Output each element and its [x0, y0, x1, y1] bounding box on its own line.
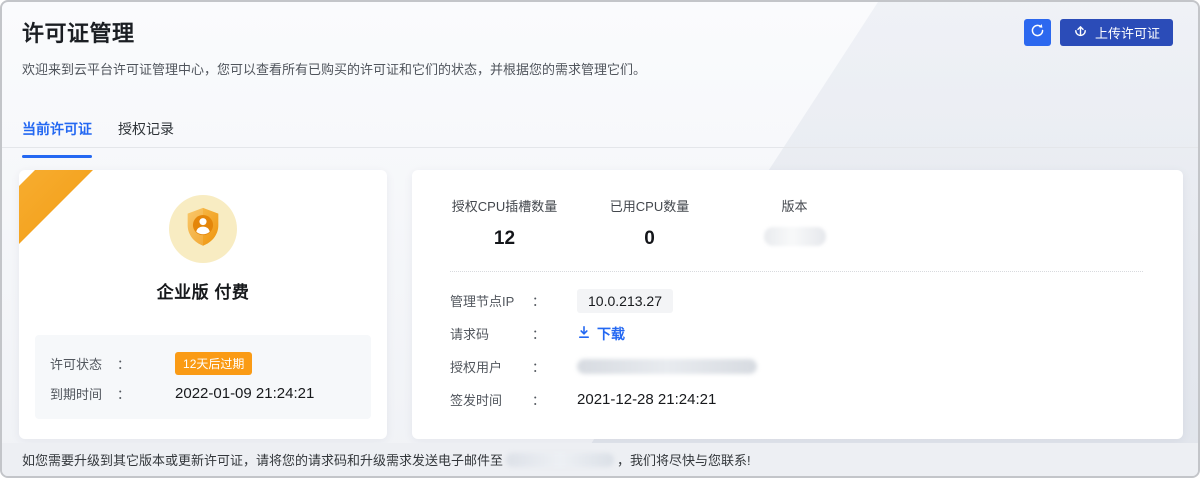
- node-ip-value: 10.0.213.27: [577, 289, 673, 313]
- request-code-row: 请求码 ： 下载: [450, 317, 1183, 350]
- tab-divider: [2, 147, 1198, 148]
- licensed-user-row: 授权用户 ：: [450, 350, 1183, 383]
- stat-cpu-sockets-value: 12: [432, 228, 577, 250]
- license-stats: 授权CPU插槽数量 12 已用CPU数量 0 版本: [432, 196, 1183, 250]
- issue-time-value: 2021-12-28 21:24:21: [577, 391, 716, 408]
- footer-text-before: 如您需要升级到其它版本或更新许可证，请将您的请求码和升级需求发送电子邮件至: [22, 450, 503, 469]
- license-status-row: 许可状态 ： 12天后过期: [50, 348, 371, 378]
- stat-used-cpu: 已用CPU数量 0: [577, 196, 722, 250]
- footer-text-after: ，我们将尽快与您联系!: [617, 450, 751, 469]
- download-icon: [577, 325, 591, 342]
- corner-ribbon: [19, 170, 109, 260]
- licensed-user-label: 授权用户: [450, 357, 532, 376]
- request-code-label: 请求码: [450, 324, 532, 343]
- tab-bar: 当前许可证 授权记录: [22, 119, 174, 149]
- expire-badge: 12天后过期: [175, 352, 252, 375]
- license-edition: 企业版 付费: [19, 278, 387, 303]
- shield-user-icon: [180, 204, 226, 255]
- colon: ：: [117, 354, 130, 373]
- stat-used-cpu-label: 已用CPU数量: [577, 196, 722, 215]
- upload-license-button[interactable]: 上传许可证: [1060, 19, 1173, 46]
- license-summary-card: 企业版 付费 许可状态 ： 12天后过期 到期时间 ： 2022-01-09 2…: [19, 170, 387, 439]
- expire-time-value: 2022-01-09 21:24:21: [175, 385, 314, 402]
- license-icon-circle: [169, 195, 237, 263]
- licensed-user-redacted-value: [577, 359, 757, 374]
- upload-icon: [1073, 24, 1088, 42]
- tab-current-license[interactable]: 当前许可证: [22, 119, 92, 149]
- colon: ：: [532, 357, 545, 376]
- page-subtitle: 欢迎来到云平台许可证管理中心，您可以查看所有已购买的许可证和它们的状态，并根据您…: [22, 59, 646, 78]
- email-redacted-value: [506, 453, 614, 467]
- license-status-box: 许可状态 ： 12天后过期 到期时间 ： 2022-01-09 21:24:21: [35, 335, 371, 419]
- download-link-label: 下载: [597, 324, 625, 344]
- license-status-label: 许可状态: [50, 354, 117, 373]
- stat-cpu-sockets: 授权CPU插槽数量 12: [432, 196, 577, 250]
- expire-time-label: 到期时间: [50, 384, 117, 403]
- refresh-icon: [1030, 23, 1045, 43]
- dotted-divider: [450, 271, 1143, 272]
- license-detail-rows: 管理节点IP ： 10.0.213.27 请求码 ： 下载: [450, 284, 1183, 416]
- node-ip-label: 管理节点IP: [450, 291, 532, 310]
- refresh-button[interactable]: [1024, 19, 1051, 46]
- node-ip-row: 管理节点IP ： 10.0.213.27: [450, 284, 1183, 317]
- stat-version: 版本: [722, 196, 867, 250]
- stat-used-cpu-value: 0: [577, 228, 722, 250]
- footer-upgrade-notice: 如您需要升级到其它版本或更新许可证，请将您的请求码和升级需求发送电子邮件至 ，我…: [2, 443, 1198, 476]
- tab-authorization-records[interactable]: 授权记录: [118, 119, 174, 149]
- expire-time-row: 到期时间 ： 2022-01-09 21:24:21: [50, 378, 371, 408]
- license-detail-card: 授权CPU插槽数量 12 已用CPU数量 0 版本 管理节点IP ： 10.0.…: [412, 170, 1183, 439]
- license-management-page: 许可证管理 欢迎来到云平台许可证管理中心，您可以查看所有已购买的许可证和它们的状…: [0, 0, 1200, 478]
- page-title: 许可证管理: [22, 16, 135, 48]
- issue-time-row: 签发时间 ： 2021-12-28 21:24:21: [450, 383, 1183, 416]
- stat-version-label: 版本: [722, 196, 867, 215]
- colon: ：: [532, 324, 545, 343]
- colon: ：: [117, 384, 130, 403]
- issue-time-label: 签发时间: [450, 390, 532, 409]
- upload-button-label: 上传许可证: [1095, 23, 1160, 42]
- download-link[interactable]: 下载: [577, 324, 625, 344]
- colon: ：: [532, 291, 545, 310]
- colon: ：: [532, 390, 545, 409]
- stat-cpu-sockets-label: 授权CPU插槽数量: [432, 196, 577, 215]
- version-redacted-value: [764, 227, 826, 246]
